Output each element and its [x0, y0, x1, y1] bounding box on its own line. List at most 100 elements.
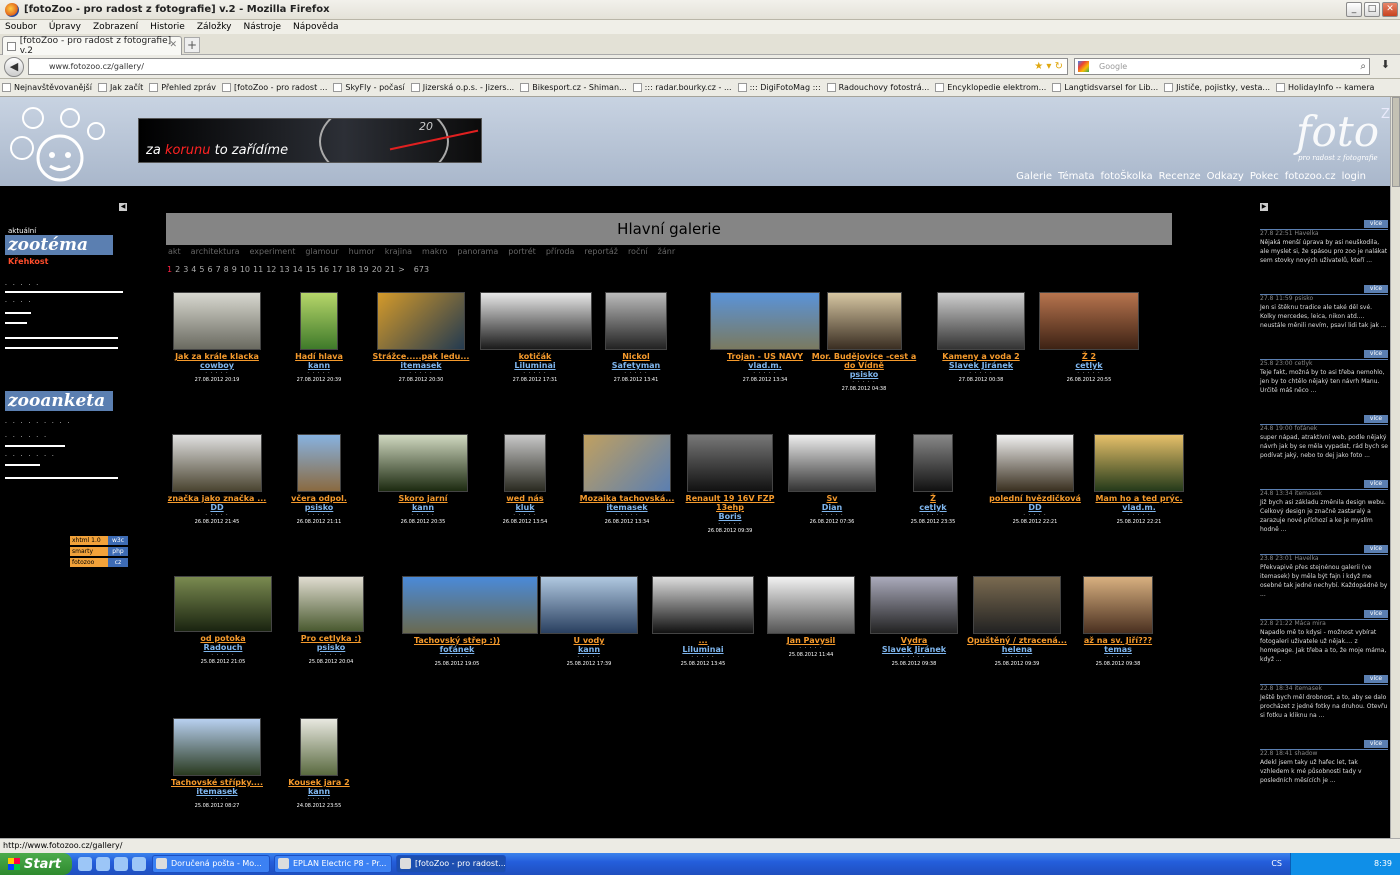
photo-author[interactable]: psisko: [276, 643, 386, 652]
comment-author[interactable]: 27.8 22:51 Havelka: [1260, 230, 1388, 238]
page-link[interactable]: 15: [306, 265, 316, 274]
photo-title[interactable]: Ž: [878, 494, 988, 503]
photo-thumbnail[interactable]: [297, 434, 341, 492]
nav-recenze[interactable]: Recenze: [1159, 171, 1201, 182]
taskbar-outlook[interactable]: Doručená pošta - Mo...: [152, 855, 270, 873]
page-link[interactable]: 21: [385, 265, 395, 274]
photo-thumbnail[interactable]: [173, 718, 261, 776]
comment-author[interactable]: 23.8 23:01 Havelka: [1260, 555, 1388, 563]
browser-tab[interactable]: [fotoZoo - pro radost z fotografie] v.2 …: [2, 36, 182, 56]
photo-title[interactable]: U vody: [534, 636, 644, 645]
bookmark-item[interactable]: Nejnavštěvovanější: [2, 83, 92, 92]
photo-author[interactable]: temas: [1063, 645, 1173, 654]
more-button[interactable]: více: [1364, 220, 1388, 228]
collapse-left-button[interactable]: ◀: [119, 203, 127, 211]
badge-smarty[interactable]: smarty php: [70, 547, 128, 556]
category-link[interactable]: experiment: [249, 247, 295, 256]
page-link[interactable]: 3: [183, 265, 188, 274]
photo-title[interactable]: Vydra: [859, 636, 969, 645]
photo-thumbnail[interactable]: [298, 576, 364, 632]
bookmark-item[interactable]: ::: DigiFotoMag :::: [737, 83, 821, 92]
photo-title[interactable]: Mor. Budějovice -cest a do Vídně: [809, 352, 919, 370]
photo-author[interactable]: Boris: [675, 512, 785, 521]
photo-thumbnail[interactable]: [377, 292, 465, 350]
photo-thumbnail[interactable]: [826, 292, 902, 350]
firefox-quicklaunch-icon[interactable]: [78, 857, 92, 871]
comment-author[interactable]: 24.8 19:00 foťánek: [1260, 425, 1388, 433]
more-button[interactable]: více: [1364, 740, 1388, 748]
address-bar[interactable]: www.fotozoo.cz/gallery/ ★ ▾ ↻: [28, 58, 1068, 75]
nav-temata[interactable]: Témata: [1058, 171, 1094, 182]
zootema-topic[interactable]: Křehkost: [8, 257, 48, 266]
page-link[interactable]: 9: [232, 265, 237, 274]
photo-title[interactable]: Sv: [777, 494, 887, 503]
photo-thumbnail[interactable]: [996, 434, 1074, 492]
page-link[interactable]: 11: [253, 265, 263, 274]
clock[interactable]: 8:39: [1374, 859, 1392, 868]
page-link[interactable]: 13: [279, 265, 289, 274]
page-link[interactable]: 10: [240, 265, 250, 274]
zootema-header[interactable]: zootéma: [5, 235, 113, 255]
category-link[interactable]: glamour: [305, 247, 338, 256]
photo-author[interactable]: itemasek: [572, 503, 682, 512]
photo-thumbnail[interactable]: [1039, 292, 1139, 350]
photo-author[interactable]: kann: [368, 503, 478, 512]
photo-author[interactable]: cetlyk: [878, 503, 988, 512]
category-link[interactable]: žánr: [658, 247, 675, 256]
bookmark-item[interactable]: Jističe, pojistky, vesta...: [1164, 83, 1270, 92]
bookmark-item[interactable]: SkyFly - počasí: [333, 83, 405, 92]
nav-odkazy[interactable]: Odkazy: [1207, 171, 1244, 182]
photo-thumbnail[interactable]: [173, 292, 261, 350]
photo-title[interactable]: Skoro jarní: [368, 494, 478, 503]
photo-author[interactable]: Slavek Jiránek: [926, 361, 1036, 370]
comment-author[interactable]: 24.8 13:34 itemasek: [1260, 490, 1388, 498]
photo-thumbnail[interactable]: [767, 576, 855, 634]
photo-title[interactable]: Mozaika tachovská...: [572, 494, 682, 503]
photo-author[interactable]: Safetyman: [581, 361, 691, 370]
bookmark-item[interactable]: Bikesport.cz - Shiman...: [520, 83, 627, 92]
category-link[interactable]: příroda: [546, 247, 575, 256]
minimize-button[interactable]: _: [1346, 2, 1362, 17]
page-link[interactable]: 673: [414, 265, 429, 274]
search-box[interactable]: Google ⌕: [1074, 58, 1370, 75]
photo-author[interactable]: kann: [264, 361, 374, 370]
photo-author[interactable]: Dian: [777, 503, 887, 512]
bookmark-item[interactable]: Jak začít: [97, 83, 143, 92]
page-link[interactable]: 1: [167, 265, 172, 274]
category-link[interactable]: architektura: [191, 247, 240, 256]
photo-author[interactable]: itemasek: [366, 361, 476, 370]
photo-title[interactable]: Strážce.....pak ledu...: [366, 352, 476, 361]
photo-thumbnail[interactable]: [378, 434, 468, 492]
category-link[interactable]: krajina: [385, 247, 412, 256]
collapse-right-button[interactable]: ▶: [1260, 203, 1268, 211]
bookmark-item[interactable]: ::: radar.bourky.cz - ...: [632, 83, 732, 92]
download-icon[interactable]: ⬇: [1381, 58, 1390, 71]
photo-title[interactable]: Nickol: [581, 352, 691, 361]
photo-title[interactable]: včera odpol.: [264, 494, 374, 503]
comment-author[interactable]: 27.8 11:59 psisko: [1260, 295, 1388, 303]
photo-title[interactable]: Trojan - US NAVY: [710, 352, 820, 361]
photo-thumbnail[interactable]: [300, 292, 338, 350]
photo-thumbnail[interactable]: [913, 434, 953, 492]
more-button[interactable]: více: [1364, 285, 1388, 293]
page-link[interactable]: 8: [224, 265, 229, 274]
photo-title[interactable]: Jan Pavysil: [756, 636, 866, 645]
photo-title[interactable]: Opuštěný / ztracená...: [962, 636, 1072, 645]
photo-thumbnail[interactable]: [710, 292, 820, 350]
maximize-button[interactable]: □: [1364, 2, 1380, 17]
photo-author[interactable]: vlad.m.: [1084, 503, 1194, 512]
category-link[interactable]: portrét: [508, 247, 536, 256]
photo-title[interactable]: Hadí hlava: [264, 352, 374, 361]
photo-title[interactable]: kotičák: [480, 352, 590, 361]
photo-title[interactable]: značka jako značka ...: [162, 494, 272, 503]
advertisement-banner[interactable]: 20 za korunu to zařídíme: [138, 118, 482, 163]
photo-title[interactable]: od potoka: [168, 634, 278, 643]
photo-author[interactable]: helena: [962, 645, 1072, 654]
photo-thumbnail[interactable]: [1094, 434, 1184, 492]
bookmark-item[interactable]: Langtidsvarsel for Lib...: [1052, 83, 1158, 92]
category-link[interactable]: humor: [349, 247, 375, 256]
photo-title[interactable]: Tachovský střep :)): [402, 636, 512, 645]
photo-thumbnail[interactable]: [605, 292, 667, 350]
photo-author[interactable]: foťánek: [402, 645, 512, 654]
bookmark-item[interactable]: Jizerská o.p.s. - Jizers...: [410, 83, 514, 92]
